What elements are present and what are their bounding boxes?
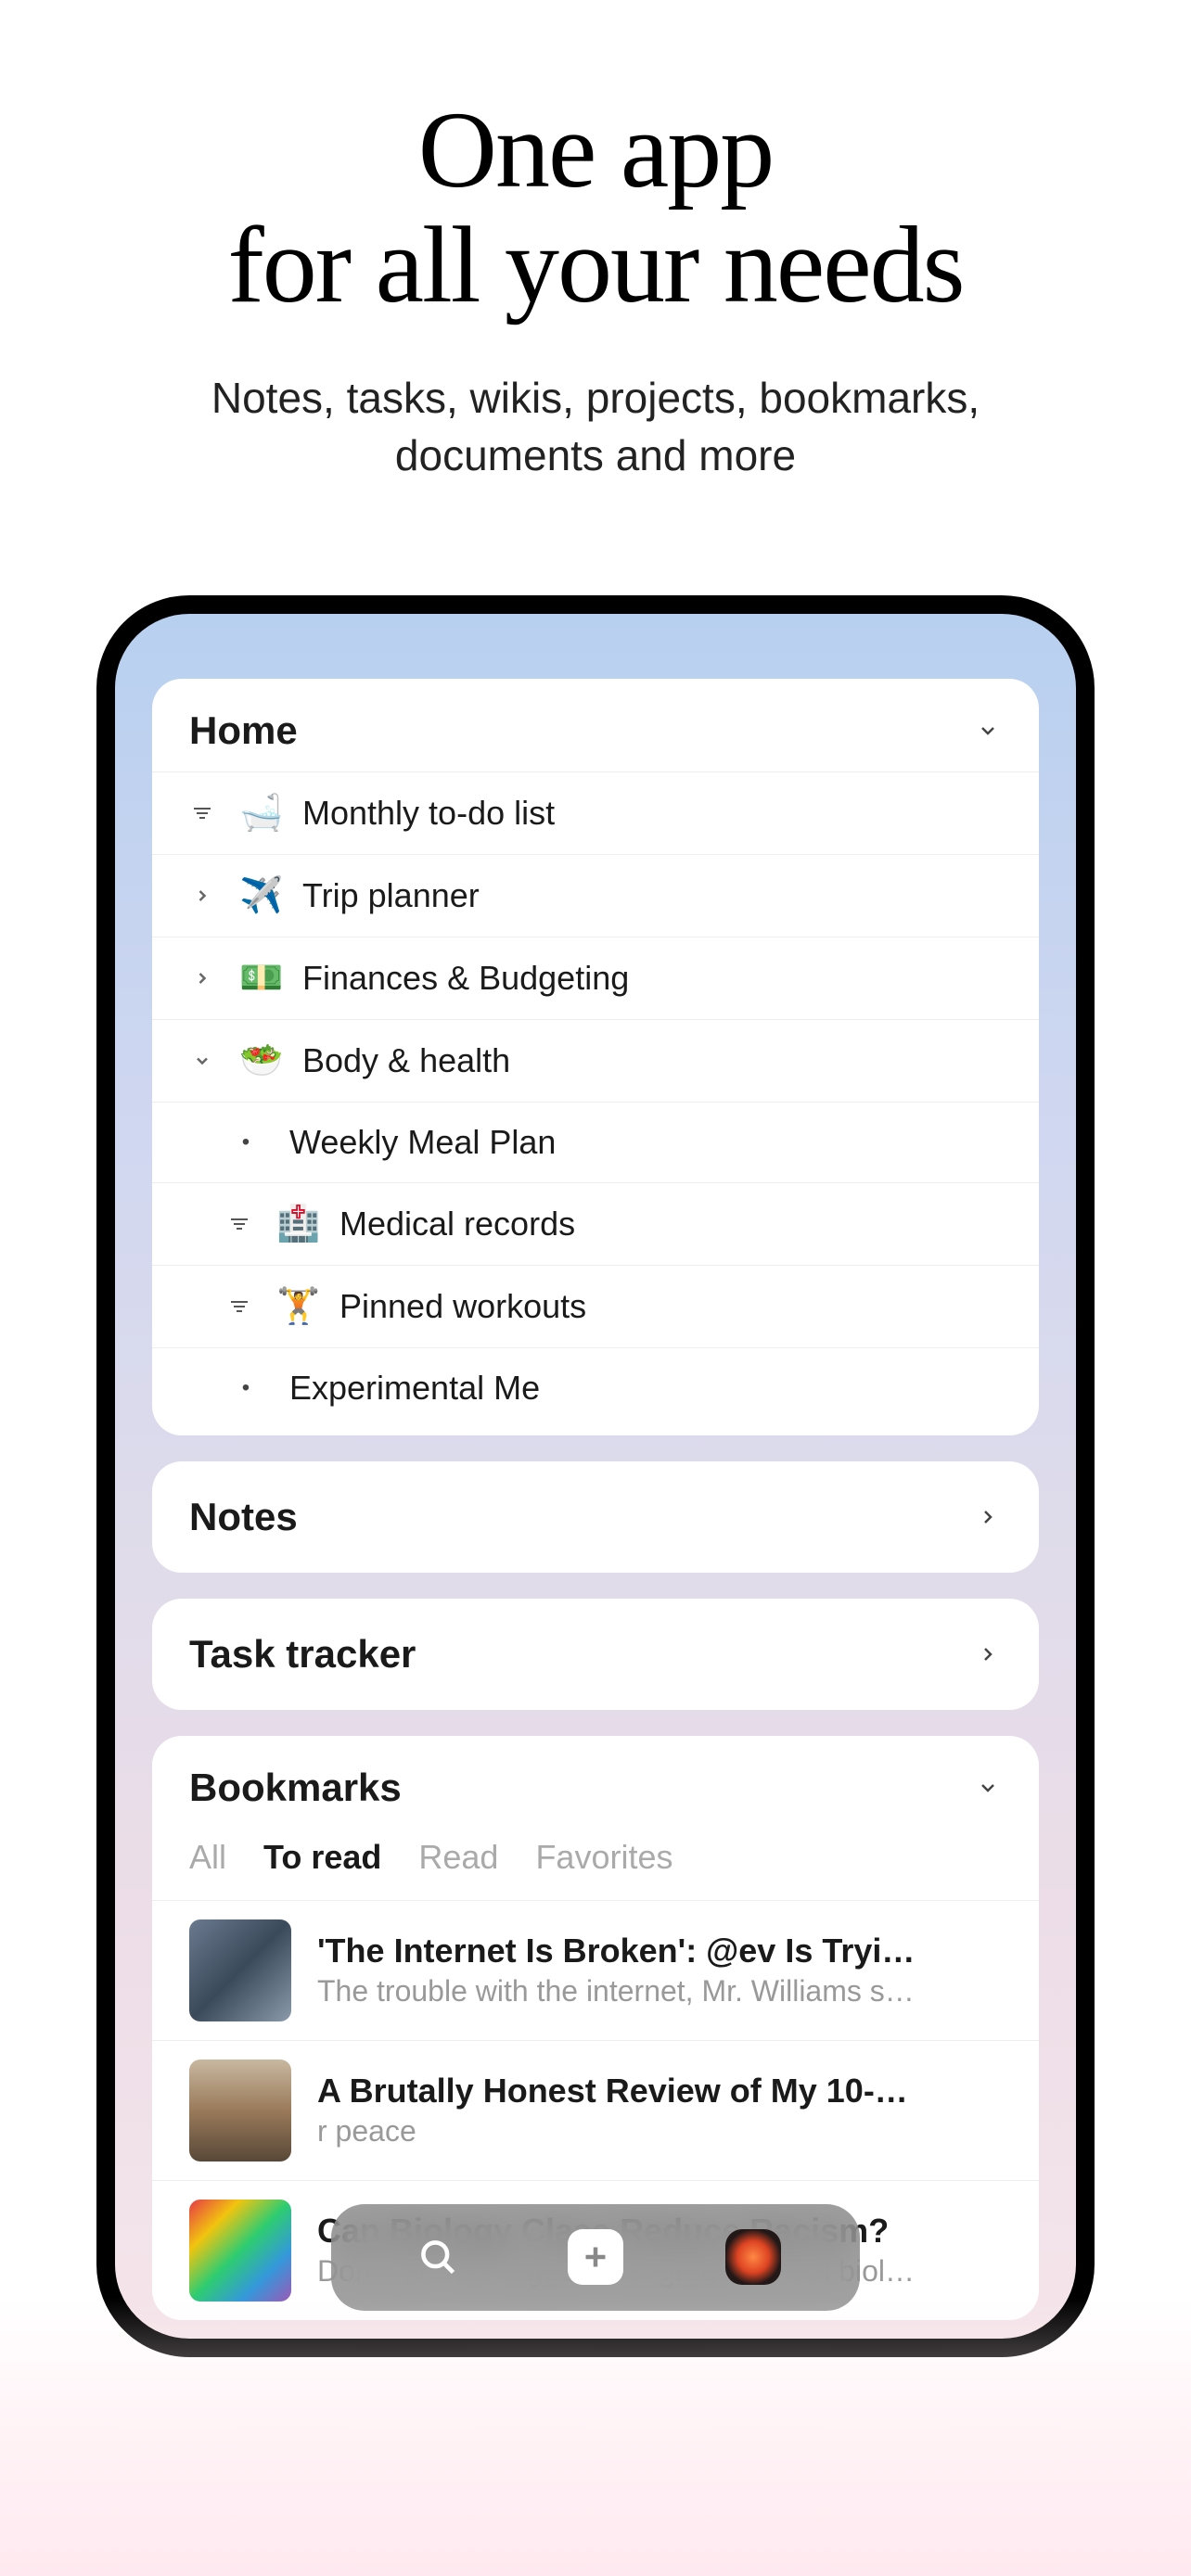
filter-icon bbox=[226, 1294, 252, 1320]
salad-emoji: 🥗 bbox=[239, 1040, 278, 1081]
chevron-right-icon bbox=[974, 1640, 1002, 1668]
item-label: Body & health bbox=[302, 1041, 510, 1080]
notes-card[interactable]: Notes bbox=[152, 1461, 1039, 1573]
hero-title: One app for all your needs bbox=[0, 93, 1191, 323]
home-item-body-health[interactable]: 🥗 Body & health bbox=[152, 1019, 1039, 1102]
bookmark-description: r peace bbox=[317, 2114, 1002, 2149]
weightlifter-emoji: 🏋️ bbox=[276, 1286, 315, 1327]
bathtub-emoji: 🛁 bbox=[239, 793, 278, 834]
bookmark-title: 'The Internet Is Broken': @ev Is Tryi… bbox=[317, 1932, 1002, 1970]
chevron-down-icon[interactable] bbox=[974, 1774, 1002, 1802]
bookmark-item[interactable]: 'The Internet Is Broken': @ev Is Tryi… T… bbox=[152, 1900, 1039, 2040]
add-button[interactable] bbox=[568, 2229, 623, 2285]
bookmarks-title: Bookmarks bbox=[189, 1766, 402, 1810]
tab-read[interactable]: Read bbox=[418, 1838, 498, 1877]
home-card: Home 🛁 Monthly to-do list bbox=[152, 679, 1039, 1435]
task-tracker-card[interactable]: Task tracker bbox=[152, 1599, 1039, 1710]
bookmark-item[interactable]: A Brutally Honest Review of My 10-… r pe… bbox=[152, 2040, 1039, 2180]
notes-title: Notes bbox=[189, 1495, 298, 1539]
tab-all[interactable]: All bbox=[189, 1838, 226, 1877]
home-subitem-meal-plan[interactable]: • Weekly Meal Plan bbox=[152, 1102, 1039, 1182]
chevron-right-icon bbox=[189, 883, 215, 909]
item-label: Medical records bbox=[339, 1205, 575, 1243]
home-title: Home bbox=[189, 708, 298, 753]
item-label: Pinned workouts bbox=[339, 1287, 586, 1326]
bookmark-thumbnail bbox=[189, 2060, 291, 2162]
item-label: Monthly to-do list bbox=[302, 794, 555, 833]
filter-icon bbox=[226, 1211, 252, 1237]
bookmark-thumbnail bbox=[189, 1919, 291, 2021]
tasks-title: Task tracker bbox=[189, 1632, 416, 1677]
home-subitem-experimental[interactable]: • Experimental Me bbox=[152, 1347, 1039, 1435]
bullet-icon: • bbox=[226, 1129, 265, 1155]
floating-nav bbox=[331, 2204, 860, 2311]
hospital-emoji: 🏥 bbox=[276, 1204, 315, 1244]
chevron-right-icon bbox=[974, 1503, 1002, 1531]
home-subitem-workouts[interactable]: 🏋️ Pinned workouts bbox=[152, 1265, 1039, 1347]
phone-mockup: Home 🛁 Monthly to-do list bbox=[96, 595, 1095, 2357]
item-label: Experimental Me bbox=[289, 1369, 540, 1408]
bookmark-thumbnail bbox=[189, 2200, 291, 2302]
bookmarks-header[interactable]: Bookmarks bbox=[152, 1736, 1039, 1829]
airplane-emoji: ✈️ bbox=[239, 875, 278, 916]
home-item-finances[interactable]: 💵 Finances & Budgeting bbox=[152, 937, 1039, 1019]
hero-subtitle: Notes, tasks, wikis, projects, bookmarks… bbox=[0, 369, 1191, 484]
chevron-right-icon bbox=[189, 965, 215, 991]
home-subitem-medical[interactable]: 🏥 Medical records bbox=[152, 1182, 1039, 1265]
item-label: Weekly Meal Plan bbox=[289, 1123, 556, 1162]
item-label: Finances & Budgeting bbox=[302, 959, 629, 998]
orb-button[interactable] bbox=[725, 2229, 781, 2285]
home-header[interactable]: Home bbox=[152, 679, 1039, 772]
bullet-icon: • bbox=[226, 1375, 265, 1401]
chevron-down-icon bbox=[189, 1048, 215, 1074]
search-button[interactable] bbox=[410, 2229, 466, 2285]
filter-icon bbox=[189, 800, 215, 826]
home-item-trip[interactable]: ✈️ Trip planner bbox=[152, 854, 1039, 937]
home-item-todo[interactable]: 🛁 Monthly to-do list bbox=[152, 772, 1039, 854]
chevron-down-icon[interactable] bbox=[974, 717, 1002, 745]
tab-to-read[interactable]: To read bbox=[263, 1838, 381, 1877]
bookmark-description: The trouble with the internet, Mr. Willi… bbox=[317, 1974, 1002, 2009]
money-emoji: 💵 bbox=[239, 958, 278, 999]
bookmark-title: A Brutally Honest Review of My 10-… bbox=[317, 2072, 1002, 2111]
bookmarks-tabs: All To read Read Favorites bbox=[152, 1829, 1039, 1900]
item-label: Trip planner bbox=[302, 876, 480, 915]
tab-favorites[interactable]: Favorites bbox=[535, 1838, 672, 1877]
